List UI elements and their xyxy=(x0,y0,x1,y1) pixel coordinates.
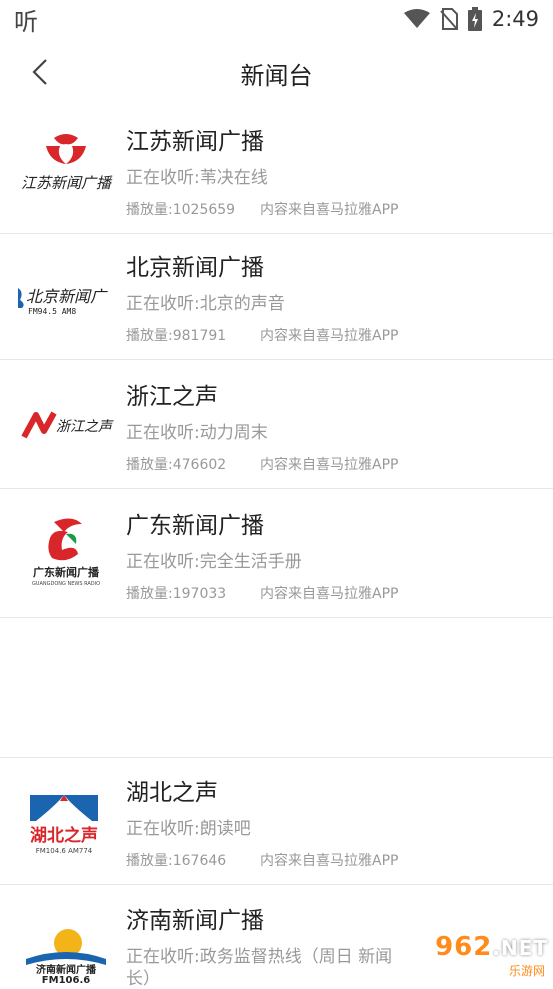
station-logo: 济南新闻广播 FM106.6 xyxy=(16,907,116,983)
content-source: 内容来自喜马拉雅APP xyxy=(260,586,399,602)
svg-text:湖北之声: 湖北之声 xyxy=(30,825,98,846)
svg-text:FM106.6: FM106.6 xyxy=(42,975,90,983)
list-item[interactable]: 广东新闻广播 GUANGDONG NEWS RADIO 广东新闻广播 正在收听:… xyxy=(0,492,553,618)
station-name: 江苏新闻广播 xyxy=(126,129,264,155)
play-count: 播放量:1025659 xyxy=(126,202,236,218)
play-count: 播放量:981791 xyxy=(126,328,227,344)
svg-text:GUANGDONG NEWS RADIO: GUANGDONG NEWS RADIO xyxy=(32,581,100,587)
station-meta: 播放量:1025659 内容来自喜马拉雅APP xyxy=(126,199,398,219)
now-playing: 正在收听:政务监督热线（周日 新闻 xyxy=(126,947,393,967)
list-item[interactable]: 江苏新闻广播 江苏新闻广播 正在收听:苇决在线 播放量:1025659 内容来自喜… xyxy=(0,108,553,234)
station-name: 北京新闻广播 xyxy=(126,255,264,281)
back-button[interactable] xyxy=(22,54,58,90)
content-source: 内容来自喜马拉雅APP xyxy=(260,853,399,869)
now-playing: 正在收听:北京的声音 xyxy=(126,294,285,314)
station-name: 湖北之声 xyxy=(126,780,218,806)
now-playing: 正在收听:苇决在线 xyxy=(126,168,268,188)
no-sim-icon xyxy=(440,8,458,30)
wifi-icon xyxy=(403,9,430,29)
station-name: 广东新闻广播 xyxy=(126,513,264,539)
station-logo: 浙江之声 xyxy=(16,375,116,475)
content-source: 内容来自喜马拉雅APP xyxy=(260,202,399,218)
clock: 2:49 xyxy=(491,7,539,31)
svg-text:FM94.5 AM8: FM94.5 AM8 xyxy=(28,307,76,316)
station-name: 浙江之声 xyxy=(126,384,218,410)
watermark-num: 962 xyxy=(435,931,493,962)
watermark-net: .NET xyxy=(492,935,548,960)
station-meta: 播放量:197033 内容来自喜马拉雅APP xyxy=(126,583,398,603)
svg-text:浙江之声: 浙江之声 xyxy=(56,419,114,435)
list-item[interactable]: 浙江之声 浙江之声 正在收听:动力周末 播放量:476602 内容来自喜马拉雅AP… xyxy=(0,363,553,489)
station-logo: 广东新闻广播 GUANGDONG NEWS RADIO xyxy=(16,504,116,604)
station-logo: 北京新闻广 FM94.5 AM8 xyxy=(16,246,116,346)
station-meta: 播放量:981791 内容来自喜马拉雅APP xyxy=(126,325,398,345)
station-name: 济南新闻广播 xyxy=(126,908,264,934)
station-logo: 江苏新闻广播 xyxy=(16,120,116,220)
svg-text:FM104.6 AM774: FM104.6 AM774 xyxy=(36,847,93,855)
chevron-left-icon xyxy=(32,59,47,85)
watermark-sub: 乐游网 xyxy=(505,961,548,979)
watermark: 962.NET 乐游网 xyxy=(414,930,548,980)
now-playing: 正在收听:朗读吧 xyxy=(126,819,251,839)
now-playing: 正在收听:动力周末 xyxy=(126,423,268,443)
svg-text:广东新闻广播: 广东新闻广播 xyxy=(33,565,100,579)
page-title: 新闻台 xyxy=(240,61,313,90)
svg-text:北京新闻广: 北京新闻广 xyxy=(26,287,108,306)
list-spacer xyxy=(0,620,553,758)
play-count: 播放量:167646 xyxy=(126,853,227,869)
battery-charging-icon xyxy=(467,7,482,31)
svg-text:江苏新闻广播: 江苏新闻广播 xyxy=(21,174,113,192)
status-bar: 听 2:49 xyxy=(0,0,553,38)
header: 新闻台 xyxy=(0,38,553,108)
list-item[interactable]: 湖北之声 FM104.6 AM774 湖北之声 正在收听:朗读吧 播放量:167… xyxy=(0,759,553,885)
status-app-char: 听 xyxy=(14,7,38,36)
now-playing-cont: 长） xyxy=(126,969,160,989)
play-count: 播放量:476602 xyxy=(126,457,227,473)
station-logo: 湖北之声 FM104.6 AM774 xyxy=(16,771,116,871)
play-count: 播放量:197033 xyxy=(126,586,227,602)
list-item[interactable]: 北京新闻广 FM94.5 AM8 北京新闻广播 正在收听:北京的声音 播放量:9… xyxy=(0,234,553,360)
station-meta: 播放量:167646 内容来自喜马拉雅APP xyxy=(126,850,398,870)
content-source: 内容来自喜马拉雅APP xyxy=(260,328,399,344)
content-source: 内容来自喜马拉雅APP xyxy=(260,457,399,473)
now-playing: 正在收听:完全生活手册 xyxy=(126,552,302,572)
station-meta: 播放量:476602 内容来自喜马拉雅APP xyxy=(126,454,398,474)
